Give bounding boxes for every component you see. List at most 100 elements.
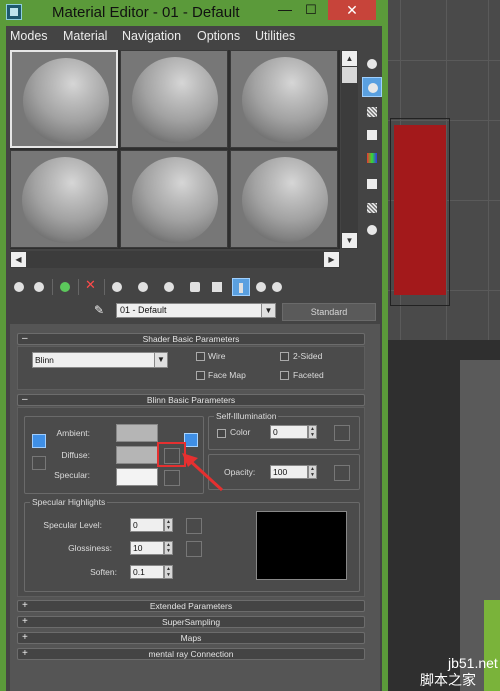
sample-slot-2[interactable] — [120, 50, 228, 148]
opacity-spinner[interactable]: 100 ▲ ▼ — [270, 465, 318, 479]
options-button[interactable] — [362, 198, 382, 218]
sample-slot-4[interactable] — [10, 150, 118, 248]
menu-modes[interactable]: Modes — [10, 29, 48, 43]
spinner-arrows-icon[interactable]: ▲ ▼ — [164, 518, 173, 532]
sample-slot-3[interactable] — [230, 50, 338, 148]
soften-value[interactable]: 0.1 — [130, 565, 164, 579]
show-shaded-map-button[interactable] — [186, 278, 204, 296]
lock-ambient-diffuse-toggle[interactable] — [32, 434, 46, 448]
material-name-value: 01 - Default — [120, 305, 167, 315]
put-to-scene-button[interactable] — [30, 278, 48, 296]
menu-material[interactable]: Material — [63, 29, 107, 43]
self-illum-map-button[interactable] — [334, 425, 350, 441]
glossiness-map-button[interactable] — [186, 541, 202, 557]
title-bar[interactable]: Material Editor - 01 - Default — ☐ ✕ — [0, 0, 388, 26]
sample-slots — [10, 50, 340, 249]
slots-horizontal-scrollbar[interactable]: ◀ ▶ — [10, 251, 340, 268]
self-illum-spinner[interactable]: 0 ▲ ▼ — [270, 425, 318, 439]
rollout-mental-ray-connection[interactable]: + mental ray Connection — [17, 648, 365, 660]
select-by-material-button[interactable] — [362, 220, 382, 240]
scroll-up-button[interactable]: ▲ — [342, 51, 357, 66]
diffuse-color-swatch[interactable] — [116, 446, 158, 464]
shader-type-value: Blinn — [35, 355, 54, 365]
two-sided-checkbox[interactable] — [280, 352, 289, 361]
chevron-down-icon[interactable]: ▼ — [154, 353, 167, 367]
sample-slot-5[interactable] — [120, 150, 228, 248]
go-to-parent-button[interactable] — [232, 278, 250, 296]
annotation-arrow-icon — [182, 453, 224, 492]
expand-icon: + — [22, 600, 28, 611]
sample-type-button[interactable] — [362, 54, 382, 74]
spinner-arrows-icon[interactable]: ▲ ▼ — [308, 425, 317, 439]
specular-level-map-button[interactable] — [186, 518, 202, 534]
lock-icon[interactable] — [184, 433, 198, 447]
glossiness-spinner[interactable]: 10 ▲ ▼ — [130, 541, 174, 555]
self-illum-color-checkbox[interactable] — [217, 429, 226, 438]
minimize-button[interactable]: — — [272, 0, 298, 20]
menu-utilities[interactable]: Utilities — [255, 29, 295, 43]
specular-level-spinner[interactable]: 0 ▲ ▼ — [130, 518, 174, 532]
scroll-thumb[interactable] — [342, 67, 357, 83]
slots-vertical-scrollbar[interactable]: ▲ ▼ — [341, 50, 358, 249]
assign-material-button[interactable] — [56, 278, 74, 296]
face-map-checkbox[interactable] — [196, 371, 205, 380]
rollout-shader-basic[interactable]: – Shader Basic Parameters — [17, 333, 365, 345]
faceted-label: Faceted — [293, 370, 324, 380]
scroll-left-button[interactable]: ◀ — [11, 252, 26, 267]
specular-label: Specular: — [54, 470, 90, 480]
eyedropper-icon[interactable]: ✎ — [94, 303, 110, 319]
put-to-library-button[interactable] — [134, 278, 152, 296]
glossiness-value[interactable]: 10 — [130, 541, 164, 555]
material-sphere — [23, 58, 109, 144]
uv-tiling-button[interactable] — [362, 125, 382, 145]
specular-map-button[interactable] — [164, 470, 180, 486]
lock-diffuse-specular-toggle[interactable] — [32, 456, 46, 470]
specular-level-value[interactable]: 0 — [130, 518, 164, 532]
color-check-icon — [367, 153, 377, 163]
sample-slot-6[interactable] — [230, 150, 338, 248]
make-unique-button[interactable] — [108, 278, 126, 296]
faceted-checkbox[interactable] — [280, 371, 289, 380]
self-illum-value[interactable]: 0 — [270, 425, 308, 439]
maximize-button[interactable]: ☐ — [298, 0, 324, 20]
rollout-supersampling[interactable]: + SuperSampling — [17, 616, 365, 628]
watermark-url: jb51.net — [448, 655, 498, 671]
material-type-button[interactable]: Standard — [282, 303, 376, 321]
sample-slot-1[interactable] — [10, 50, 118, 148]
viewport-red-object[interactable] — [394, 125, 446, 295]
rollout-blinn-basic[interactable]: – Blinn Basic Parameters — [17, 394, 365, 406]
rollout-extended-parameters[interactable]: + Extended Parameters — [17, 600, 365, 612]
menu-options[interactable]: Options — [197, 29, 240, 43]
scroll-down-button[interactable]: ▼ — [342, 233, 357, 248]
close-button[interactable]: ✕ — [328, 0, 376, 20]
self-illum-color-label: Color — [230, 427, 251, 437]
backlight-button[interactable] — [362, 77, 382, 97]
material-name-dropdown[interactable]: 01 - Default ▼ — [116, 303, 276, 318]
shader-type-dropdown[interactable]: Blinn ▼ — [32, 352, 168, 368]
reset-map-button[interactable]: ✕ — [82, 278, 100, 296]
options-icon — [367, 203, 377, 213]
video-color-check-button[interactable] — [362, 148, 382, 168]
wire-checkbox[interactable] — [196, 352, 205, 361]
rollout-maps[interactable]: + Maps — [17, 632, 365, 644]
preview-icon — [367, 179, 377, 189]
show-end-result-button[interactable] — [208, 278, 226, 296]
chevron-down-icon[interactable]: ▼ — [261, 304, 275, 317]
scroll-right-button[interactable]: ▶ — [324, 252, 339, 267]
spinner-arrows-icon[interactable]: ▲ ▼ — [164, 541, 173, 555]
specular-color-swatch[interactable] — [116, 468, 158, 486]
collapse-icon: – — [22, 333, 28, 344]
background-button[interactable] — [362, 102, 382, 122]
opacity-map-button[interactable] — [334, 465, 350, 481]
spinner-arrows-icon[interactable]: ▲ ▼ — [164, 565, 173, 579]
effects-icon — [164, 282, 174, 292]
soften-spinner[interactable]: 0.1 ▲ ▼ — [130, 565, 174, 579]
get-material-button[interactable] — [10, 278, 28, 296]
ambient-color-swatch[interactable] — [116, 424, 158, 442]
make-preview-button[interactable] — [362, 174, 382, 194]
pick-material-button[interactable] — [268, 278, 286, 296]
spinner-arrows-icon[interactable]: ▲ ▼ — [308, 465, 317, 479]
material-effects-channel-button[interactable] — [160, 278, 178, 296]
menu-navigation[interactable]: Navigation — [122, 29, 181, 43]
opacity-value[interactable]: 100 — [270, 465, 308, 479]
